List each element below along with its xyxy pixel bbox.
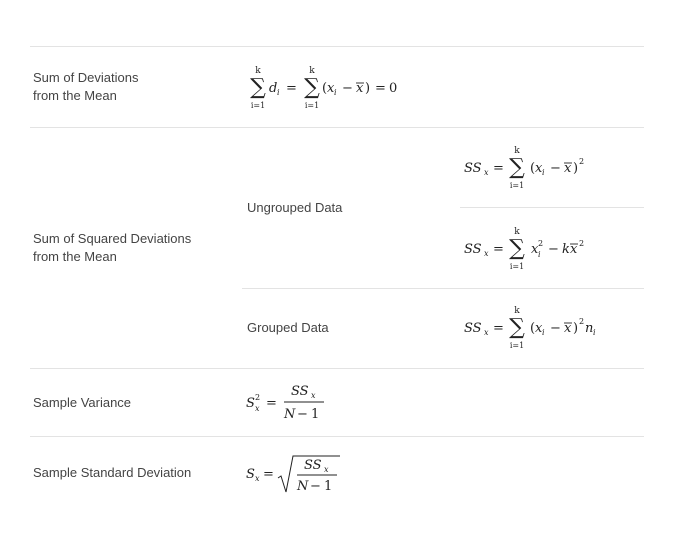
equals-sign: =: [493, 321, 504, 336]
subscript-i: i: [542, 328, 545, 337]
minus-sign: −: [342, 81, 353, 96]
var-SS: SS: [291, 384, 309, 399]
formula-ss-grouped: SS x = k ∑ i=1 ( x i − x ) 2 n i: [464, 306, 596, 350]
subscript-x: x: [484, 168, 489, 177]
sigma-symbol: ∑: [304, 75, 320, 100]
paren-right: ): [573, 161, 578, 176]
minus-sign: −: [550, 321, 561, 336]
var-SS: SS: [304, 458, 322, 473]
var-SS: SS: [464, 321, 482, 336]
row-label-sum-of-squared-deviations: Sum of Squared Deviations from the Mean: [33, 230, 191, 266]
formula-sample-variance: S 2 x = SS x N − 1: [246, 384, 324, 422]
label-line: Sum of Squared Deviations: [33, 231, 192, 246]
subscript-i: i: [593, 328, 596, 337]
table-rule-inner: [460, 207, 644, 208]
equals-sign: =: [263, 467, 274, 482]
var-SS: SS: [464, 242, 482, 257]
table-rule: [30, 368, 644, 369]
subscript-i: i: [542, 168, 545, 177]
row-label-sample-variance: Sample Variance: [33, 395, 132, 410]
minus-sign: −: [550, 161, 561, 176]
label-line: from the Mean: [33, 88, 117, 103]
row-label-sample-standard-deviation: Sample Standard Deviation: [33, 465, 192, 480]
exponent-two: 2: [579, 157, 584, 166]
formula-sample-standard-deviation: S x = SS x N − 1: [246, 455, 340, 494]
var-k: k: [562, 242, 570, 257]
value-zero: 0: [389, 81, 397, 96]
equals-sign: =: [286, 81, 297, 96]
exponent-two: 2: [579, 239, 584, 248]
label-line: from the Mean: [33, 249, 117, 264]
var-N: N: [296, 479, 309, 494]
label-line: Sum of Deviations: [33, 70, 139, 85]
row-label-sum-of-deviations: Sum of Deviations from the Mean: [33, 69, 139, 105]
var-SS: SS: [464, 161, 482, 176]
var-S: S: [246, 467, 255, 482]
subscript-x: x: [324, 465, 329, 474]
paren-right: ): [573, 321, 578, 336]
value-one: 1: [324, 479, 332, 494]
sublabel-ungrouped-data: Ungrouped Data: [247, 200, 343, 215]
equals-sign: =: [266, 396, 277, 411]
subscript-i: i: [277, 88, 280, 97]
subscript-x: x: [255, 474, 260, 483]
sigma-lower-limit: i=1: [510, 262, 524, 271]
equals-sign: =: [493, 242, 504, 257]
formula-sum-of-deviations: k ∑ i=1 d i = k ∑ i=1 ( x i − x ) = 0: [250, 66, 397, 110]
subscript-x: x: [311, 391, 316, 400]
table-rule: [30, 436, 644, 437]
sublabel-grouped-data: Grouped Data: [247, 320, 329, 335]
subscript-i: i: [538, 250, 541, 259]
equals-sign: =: [493, 161, 504, 176]
minus-sign: −: [548, 242, 559, 257]
sigma-symbol: ∑: [509, 155, 525, 180]
subscript-x: x: [255, 404, 260, 413]
table-rule-top: [30, 46, 644, 47]
value-one: 1: [311, 407, 319, 422]
formula-ss-ungrouped-definition: SS x = k ∑ i=1 ( x i − x ) 2: [464, 146, 584, 190]
sigma-lower-limit: i=1: [510, 341, 524, 350]
var-N: N: [283, 407, 296, 422]
minus-sign: −: [310, 479, 321, 494]
sigma-lower-limit: i=1: [305, 101, 319, 110]
equals-sign: =: [375, 81, 386, 96]
sigma-symbol: ∑: [250, 75, 266, 100]
formula-ss-ungrouped-computational: SS x = k ∑ i=1 x 2 i − k x 2: [464, 227, 584, 271]
sigma-lower-limit: i=1: [510, 181, 524, 190]
sigma-lower-limit: i=1: [251, 101, 265, 110]
paren-right: ): [365, 81, 370, 96]
subscript-i: i: [334, 88, 337, 97]
table-rule: [30, 127, 644, 128]
exponent-two: 2: [579, 317, 584, 326]
table-rule-inner: [242, 288, 644, 289]
var-S: S: [246, 396, 255, 411]
subscript-x: x: [484, 249, 489, 258]
exponent-two: 2: [538, 239, 543, 248]
minus-sign: −: [297, 407, 308, 422]
subscript-x: x: [484, 328, 489, 337]
sigma-symbol: ∑: [509, 315, 525, 340]
exponent-two: 2: [255, 393, 260, 402]
sigma-symbol: ∑: [509, 236, 525, 261]
